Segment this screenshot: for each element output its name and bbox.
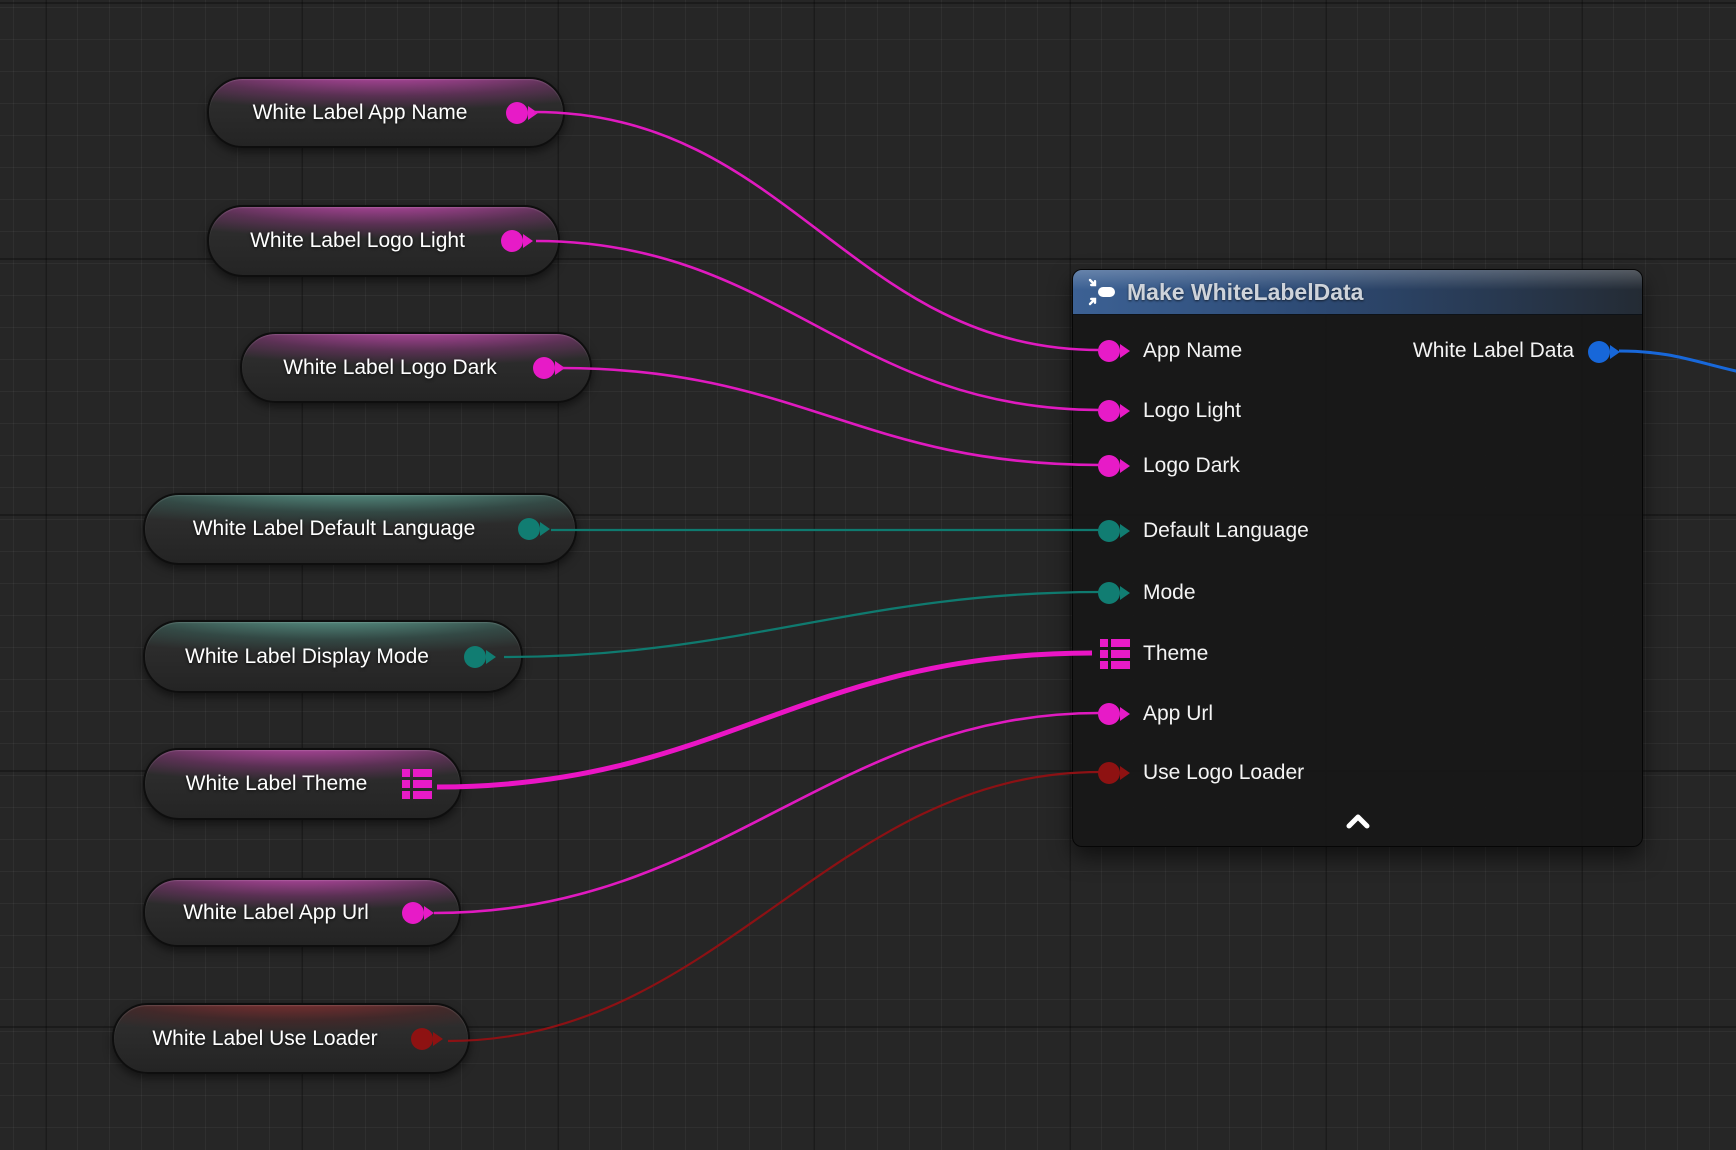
pin-row-mode: Mode — [1073, 575, 1642, 611]
string-pin[interactable] — [1098, 400, 1120, 422]
pin-row-default-language: Default Language — [1073, 513, 1642, 549]
string-pin[interactable] — [506, 102, 528, 124]
variable-node-white-label-logo-dark[interactable]: White Label Logo Dark — [240, 332, 592, 403]
struct-pin-icon[interactable] — [1100, 639, 1130, 669]
variable-label: White Label App Name — [253, 101, 468, 125]
enum-pin[interactable] — [1098, 582, 1120, 604]
variable-node-white-label-app-url[interactable]: White Label App Url — [143, 878, 461, 947]
make-whitelabeldata-node[interactable]: Make WhiteLabelData App Name Logo Light … — [1072, 269, 1643, 847]
string-pin[interactable] — [1098, 703, 1120, 725]
struct-pin-icon[interactable] — [402, 769, 432, 799]
variable-label: White Label Default Language — [193, 517, 476, 541]
variable-node-white-label-use-loader[interactable]: White Label Use Loader — [112, 1003, 470, 1074]
variable-label: White Label Use Loader — [152, 1027, 377, 1051]
variable-node-white-label-theme[interactable]: White Label Theme — [143, 748, 462, 820]
pin-row-logo-dark: Logo Dark — [1073, 448, 1642, 484]
variable-node-white-label-logo-light[interactable]: White Label Logo Light — [207, 205, 560, 277]
string-pin[interactable] — [533, 357, 555, 379]
variable-label: White Label Theme — [186, 772, 368, 796]
pin-row-logo-light: Logo Light — [1073, 393, 1642, 429]
variable-node-white-label-default-language[interactable]: White Label Default Language — [143, 493, 577, 565]
variable-node-white-label-display-mode[interactable]: White Label Display Mode — [143, 620, 523, 693]
boolean-pin[interactable] — [411, 1028, 433, 1050]
boolean-pin[interactable] — [1098, 762, 1120, 784]
variable-label: White Label Logo Dark — [283, 356, 497, 380]
string-pin[interactable] — [402, 902, 424, 924]
blueprint-canvas[interactable]: White Label App Name White Label Logo Li… — [0, 0, 1736, 1150]
wire-logo-light[interactable] — [536, 241, 1100, 410]
pin-row-app-url: App Url — [1073, 696, 1642, 732]
enum-pin[interactable] — [464, 646, 486, 668]
collapse-node-button[interactable] — [1343, 812, 1373, 832]
enum-pin[interactable] — [518, 518, 540, 540]
variable-node-white-label-app-name[interactable]: White Label App Name — [207, 77, 565, 148]
wire-logo-dark[interactable] — [561, 368, 1100, 465]
string-pin[interactable] — [501, 230, 523, 252]
wire-use-loader[interactable] — [448, 772, 1100, 1041]
wire-theme[interactable] — [437, 653, 1092, 787]
variable-label: White Label Logo Light — [250, 229, 465, 253]
pin-row-use-logo-loader: Use Logo Loader — [1073, 755, 1642, 791]
variable-label: White Label App Url — [183, 901, 369, 925]
node-title: Make WhiteLabelData — [1127, 279, 1363, 306]
string-pin[interactable] — [1098, 340, 1120, 362]
variable-label: White Label Display Mode — [185, 645, 429, 669]
string-pin[interactable] — [1098, 455, 1120, 477]
wire-mode[interactable] — [504, 592, 1100, 657]
node-header[interactable]: Make WhiteLabelData — [1073, 270, 1642, 315]
wire-app-name[interactable] — [534, 112, 1100, 350]
enum-pin[interactable] — [1098, 520, 1120, 542]
chevron-up-icon — [1349, 817, 1367, 826]
wire-app-url[interactable] — [434, 713, 1100, 913]
output-struct-pin[interactable] — [1588, 341, 1610, 363]
pin-row-theme: Theme — [1073, 636, 1642, 672]
make-struct-icon — [1087, 277, 1117, 307]
output-pin-label: White Label Data — [1413, 333, 1574, 369]
